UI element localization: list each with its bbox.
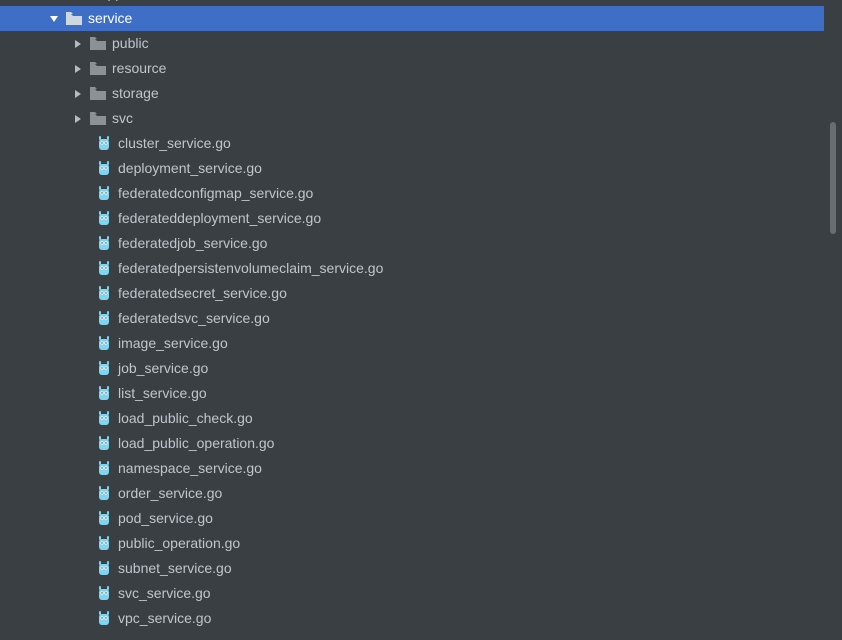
chevron-right-icon[interactable]: [72, 113, 84, 125]
tree-item-label: subnet_service.go: [118, 556, 232, 581]
go-file-icon: [96, 136, 112, 152]
go-file-icon: [96, 486, 112, 502]
tree-item-label: vpc_service.go: [118, 606, 211, 631]
folder-icon: [66, 0, 82, 2]
tree-row-partial-bottom: [0, 631, 824, 640]
tree-item-label: federateddeployment_service.go: [118, 206, 321, 231]
tree-row[interactable]: image_service.go: [0, 331, 824, 356]
go-file-icon: [96, 536, 112, 552]
chevron-down-icon[interactable]: [48, 13, 60, 25]
go-file-icon: [96, 361, 112, 377]
tree-item-label: storage: [112, 81, 159, 106]
tree-item-label: image_service.go: [118, 331, 228, 356]
folder-icon: [90, 61, 106, 77]
tree-item-label: federatedsvc_service.go: [118, 306, 270, 331]
tree-row[interactable]: federatedsvc_service.go: [0, 306, 824, 331]
go-file-icon: [96, 336, 112, 352]
go-file-icon: [96, 186, 112, 202]
tree-row[interactable]: federatedjob_service.go: [0, 231, 824, 256]
tree-item-label: list_service.go: [118, 381, 207, 406]
file-tree[interactable]: mapper servicepublicresourcestoragesvccl…: [0, 0, 824, 640]
go-file-icon: [96, 236, 112, 252]
tree-row[interactable]: svc_service.go: [0, 581, 824, 606]
tree-item-label: namespace_service.go: [118, 456, 262, 481]
tree-row[interactable]: federatedpersistenvolumeclaim_service.go: [0, 256, 824, 281]
tree-item-label: federatedsecret_service.go: [118, 281, 287, 306]
scrollbar-thumb[interactable]: [830, 122, 836, 234]
tree-item-label: order_service.go: [118, 481, 222, 506]
tree-item-label: federatedpersistenvolumeclaim_service.go: [118, 256, 383, 281]
scrollbar-track[interactable]: [824, 0, 842, 640]
tree-row[interactable]: [0, 631, 824, 640]
tree-row[interactable]: pod_service.go: [0, 506, 824, 531]
tree-row-partial-top: mapper: [0, 0, 824, 6]
tree-row[interactable]: storage: [0, 81, 824, 106]
folder-icon: [66, 11, 82, 27]
folder-icon: [90, 86, 106, 102]
tree-item-label: job_service.go: [118, 356, 208, 381]
chevron-right-icon[interactable]: [72, 63, 84, 75]
tree-item-label: svc_service.go: [118, 581, 211, 606]
tree-row[interactable]: cluster_service.go: [0, 131, 824, 156]
go-file-icon: [96, 561, 112, 577]
go-file-icon: [96, 211, 112, 227]
tree-item-label: cluster_service.go: [118, 131, 231, 156]
tree-row[interactable]: order_service.go: [0, 481, 824, 506]
tree-item-label: mapper: [88, 0, 135, 6]
tree-row[interactable]: svc: [0, 106, 824, 131]
tree-row[interactable]: federatedsecret_service.go: [0, 281, 824, 306]
tree-item-label: federatedjob_service.go: [118, 231, 267, 256]
go-file-icon: [96, 436, 112, 452]
tree-row[interactable]: deployment_service.go: [0, 156, 824, 181]
go-file-icon: [96, 161, 112, 177]
go-file-icon: [96, 411, 112, 427]
go-file-icon: [96, 386, 112, 402]
tree-row[interactable]: vpc_service.go: [0, 606, 824, 631]
tree-row[interactable]: service: [0, 6, 824, 31]
tree-row[interactable]: load_public_check.go: [0, 406, 824, 431]
chevron-right-icon[interactable]: [72, 38, 84, 50]
tree-item-label: load_public_operation.go: [118, 431, 274, 456]
folder-icon: [90, 36, 106, 52]
go-file-icon: [96, 611, 112, 627]
tree-item-label: resource: [112, 56, 166, 81]
tree-row[interactable]: job_service.go: [0, 356, 824, 381]
tree-row[interactable]: public_operation.go: [0, 531, 824, 556]
go-file-icon: [96, 511, 112, 527]
folder-icon: [66, 636, 82, 640]
go-file-icon: [96, 461, 112, 477]
tree-item-label: public_operation.go: [118, 531, 240, 556]
tree-row[interactable]: load_public_operation.go: [0, 431, 824, 456]
tree-item-label: load_public_check.go: [118, 406, 253, 431]
tree-item-label: pod_service.go: [118, 506, 213, 531]
tree-row[interactable]: namespace_service.go: [0, 456, 824, 481]
tree-row[interactable]: mapper: [0, 0, 135, 6]
tree-row[interactable]: federateddeployment_service.go: [0, 206, 824, 231]
tree-item-label: public: [112, 31, 149, 56]
tree-item-label: svc: [112, 106, 133, 131]
go-file-icon: [96, 261, 112, 277]
tree-row[interactable]: list_service.go: [0, 381, 824, 406]
tree-row[interactable]: federatedconfigmap_service.go: [0, 181, 824, 206]
tree-row[interactable]: public: [0, 31, 824, 56]
folder-icon: [90, 111, 106, 127]
tree-item-label: service: [88, 6, 132, 31]
chevron-right-icon[interactable]: [72, 88, 84, 100]
tree-row[interactable]: resource: [0, 56, 824, 81]
go-file-icon: [96, 586, 112, 602]
go-file-icon: [96, 311, 112, 327]
tree-item-label: federatedconfigmap_service.go: [118, 181, 313, 206]
go-file-icon: [96, 286, 112, 302]
tree-item-label: deployment_service.go: [118, 156, 262, 181]
tree-row[interactable]: subnet_service.go: [0, 556, 824, 581]
